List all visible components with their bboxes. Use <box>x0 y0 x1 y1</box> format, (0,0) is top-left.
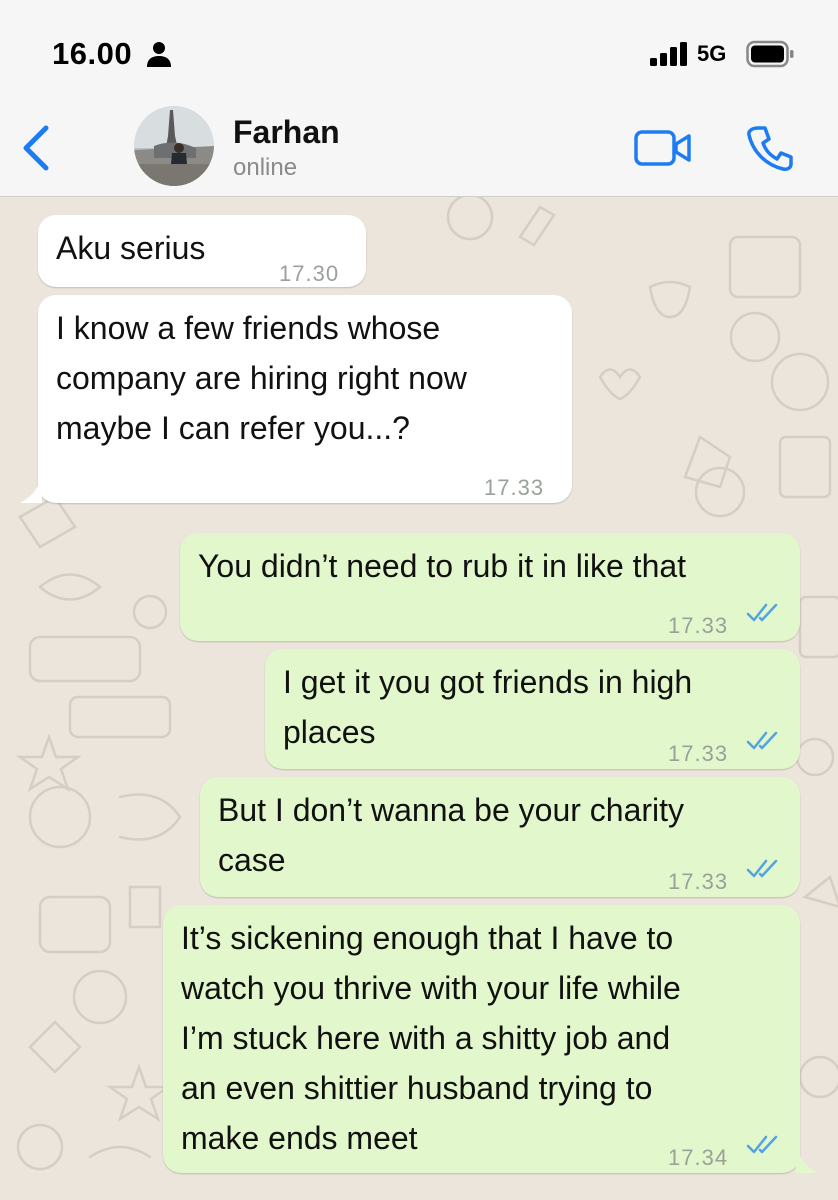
bubble-tail <box>796 1147 818 1173</box>
contact-status: online <box>233 154 298 181</box>
message-bubble-outgoing[interactable]: It’s sickening enough that I have to wat… <box>163 905 800 1173</box>
signal-icon <box>650 42 687 66</box>
phone-icon[interactable] <box>746 124 794 172</box>
message-bubble-outgoing[interactable]: I get it you got friends in high places … <box>265 649 800 769</box>
double-check-icon <box>746 859 778 878</box>
message-text: Aku serius <box>56 230 206 266</box>
contact-name[interactable]: Farhan <box>233 114 340 151</box>
message-bubble-incoming[interactable]: Aku serius 17.30 <box>38 215 366 287</box>
avatar[interactable] <box>134 106 214 186</box>
message-bubble-incoming[interactable]: I know a few friends whose company are h… <box>38 295 572 503</box>
message-text: I get it you got friends in high places <box>283 664 693 750</box>
message-timestamp: 17.33 <box>484 475 545 500</box>
double-check-icon <box>746 731 778 750</box>
message-timestamp: 17.33 <box>668 613 729 638</box>
message-timestamp: 17.34 <box>668 1145 729 1170</box>
chevron-left-icon[interactable] <box>18 122 52 174</box>
video-call-icon[interactable] <box>634 128 692 168</box>
network-type: 5G <box>697 41 727 66</box>
message-timestamp: 17.30 <box>279 261 340 286</box>
message-text: I know a few friends whose company are h… <box>56 310 467 446</box>
double-check-icon <box>746 1135 778 1154</box>
double-check-icon <box>746 603 778 622</box>
bubble-tail <box>20 477 42 503</box>
message-text: But I don’t wanna be your charity case <box>218 792 685 878</box>
message-text: You didn’t need to rub it in like that <box>198 548 687 584</box>
message-bubble-outgoing[interactable]: You didn’t need to rub it in like that 1… <box>180 533 800 641</box>
message-timestamp: 17.33 <box>668 741 729 766</box>
message-list[interactable]: Aku serius 17.30 I know a few friends wh… <box>0 197 838 1200</box>
battery-icon <box>746 40 794 68</box>
message-bubble-outgoing[interactable]: But I don’t wanna be your charity case 1… <box>200 777 800 897</box>
status-time: 16.00 <box>52 36 133 71</box>
message-timestamp: 17.33 <box>668 869 729 894</box>
chat-header: Farhan online <box>0 100 838 197</box>
person-icon <box>147 42 171 67</box>
status-bar: 16.00 5G <box>0 0 838 100</box>
message-text: It’s sickening enough that I have to wat… <box>181 920 681 1156</box>
